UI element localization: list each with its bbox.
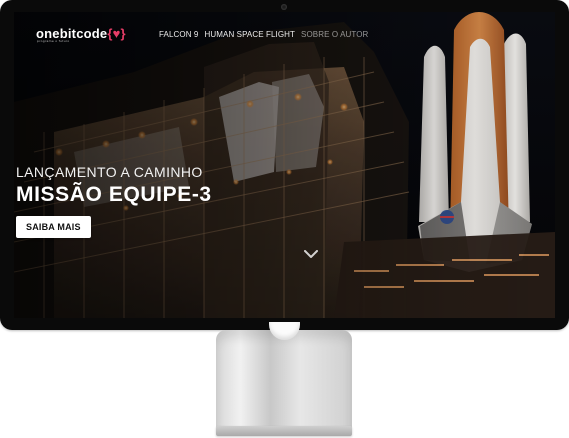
- saiba-mais-button[interactable]: SAIBA MAIS: [16, 216, 91, 238]
- main-navigation: FALCON 9 HUMAN SPACE FLIGHT SOBRE O AUTO…: [159, 30, 368, 39]
- brand-tagline: programe o futuro: [37, 39, 70, 43]
- nav-link-human-space-flight[interactable]: HUMAN SPACE FLIGHT: [204, 30, 295, 39]
- chevron-down-icon[interactable]: [303, 249, 319, 259]
- camera-icon: [281, 4, 287, 10]
- hero-headline: MISSÃO EQUIPE-3: [16, 183, 212, 206]
- hero-copy: LANÇAMENTO A CAMINHO MISSÃO EQUIPE-3 SAI…: [16, 164, 212, 238]
- brand-logo-accent: {♥}: [107, 26, 126, 41]
- website-screen: onebitcode{♥} programe o futuro FALCON 9…: [14, 12, 555, 318]
- monitor-stand: [216, 330, 352, 428]
- monitor-stand-base: [216, 426, 352, 436]
- monitor-frame: onebitcode{♥} programe o futuro FALCON 9…: [0, 0, 569, 330]
- top-navbar: onebitcode{♥} programe o futuro FALCON 9…: [14, 12, 555, 56]
- desktop-mockup: onebitcode{♥} programe o futuro FALCON 9…: [0, 0, 569, 438]
- hero-eyebrow: LANÇAMENTO A CAMINHO: [16, 164, 203, 180]
- nav-link-falcon-9[interactable]: FALCON 9: [159, 30, 198, 39]
- nav-link-sobre-o-autor[interactable]: SOBRE O AUTOR: [301, 30, 368, 39]
